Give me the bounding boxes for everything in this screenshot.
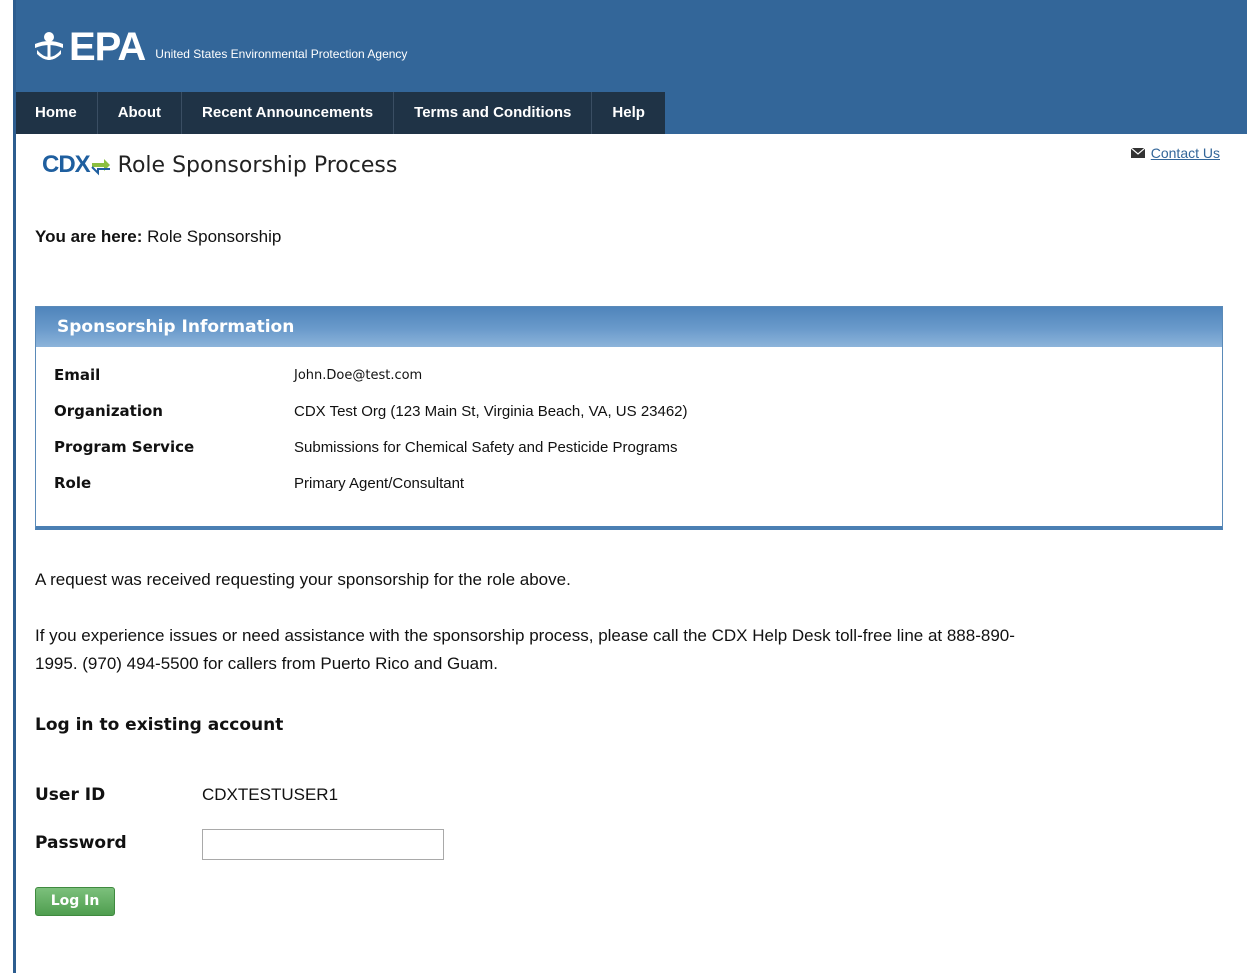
nav-item-help[interactable]: Help	[592, 92, 665, 134]
sponsorship-panel-body: Email John.Doe@test.com Organization CDX…	[36, 347, 1222, 501]
password-input[interactable]	[202, 829, 444, 860]
password-label: Password	[35, 833, 127, 853]
breadcrumb: You are here: Role Sponsorship	[35, 227, 281, 247]
nav-item-terms-and-conditions[interactable]: Terms and Conditions	[394, 92, 593, 134]
main-nav: Home About Recent Announcements Terms an…	[15, 92, 665, 134]
left-border	[13, 0, 16, 973]
help-desk-line-2: 1995. (970) 494-5500 for callers from Pu…	[35, 654, 499, 673]
page-frame: EPA United States Environmental Protecti…	[0, 0, 1247, 973]
info-key: Email	[54, 366, 101, 384]
info-value: Submissions for Chemical Safety and Pest…	[294, 438, 678, 456]
epa-logo-text: EPA	[69, 25, 146, 69]
cdx-logo-text: CDX	[42, 151, 91, 178]
help-desk-message: If you experience issues or need assista…	[35, 622, 1225, 678]
breadcrumb-current: Role Sponsorship	[147, 227, 282, 246]
info-value: John.Doe@test.com	[294, 367, 423, 383]
epa-logo[interactable]: EPA United States Environmental Protecti…	[33, 22, 407, 72]
log-in-button[interactable]: Log In	[35, 887, 115, 916]
info-row-role: Role Primary Agent/Consultant	[36, 465, 1222, 501]
contact-us-link[interactable]: Contact Us	[1151, 145, 1220, 161]
info-key: Role	[54, 474, 92, 492]
info-value: Primary Agent/Consultant	[294, 474, 465, 492]
nav-item-home[interactable]: Home	[15, 92, 98, 134]
cdx-arrows-icon	[90, 159, 110, 176]
breadcrumb-prefix: You are here:	[35, 227, 143, 246]
nav-item-about[interactable]: About	[97, 92, 183, 134]
nav-item-recent-announcements[interactable]: Recent Announcements	[182, 92, 395, 134]
page-title: Role Sponsorship Process	[117, 152, 398, 178]
info-key: Program Service	[54, 438, 195, 456]
info-key: Organization	[54, 402, 163, 420]
user-id-label: User ID	[35, 785, 106, 805]
contact-us: Contact Us	[1130, 145, 1220, 161]
info-value: CDX Test Org (123 Main St, Virginia Beac…	[294, 402, 688, 420]
page-title-row: CDX Role Sponsorship Process	[42, 151, 397, 179]
sponsorship-panel: Sponsorship Information Email John.Doe@t…	[35, 306, 1223, 530]
user-id-value: CDXTESTUSER1	[202, 785, 339, 804]
site-header: EPA United States Environmental Protecti…	[13, 0, 1247, 134]
info-row-organization: Organization CDX Test Org (123 Main St, …	[36, 393, 1222, 429]
envelope-icon	[1130, 148, 1145, 158]
agency-name: United States Environmental Protection A…	[155, 47, 408, 61]
sponsorship-panel-heading: Sponsorship Information	[36, 307, 1222, 347]
help-desk-line-1: If you experience issues or need assista…	[35, 626, 1015, 645]
epa-flower-icon	[35, 32, 63, 60]
login-section-title: Log in to existing account	[35, 715, 284, 735]
request-received-message: A request was received requesting your s…	[35, 570, 571, 589]
info-row-email: Email John.Doe@test.com	[36, 357, 1222, 393]
info-row-program-service: Program Service Submissions for Chemical…	[36, 429, 1222, 465]
